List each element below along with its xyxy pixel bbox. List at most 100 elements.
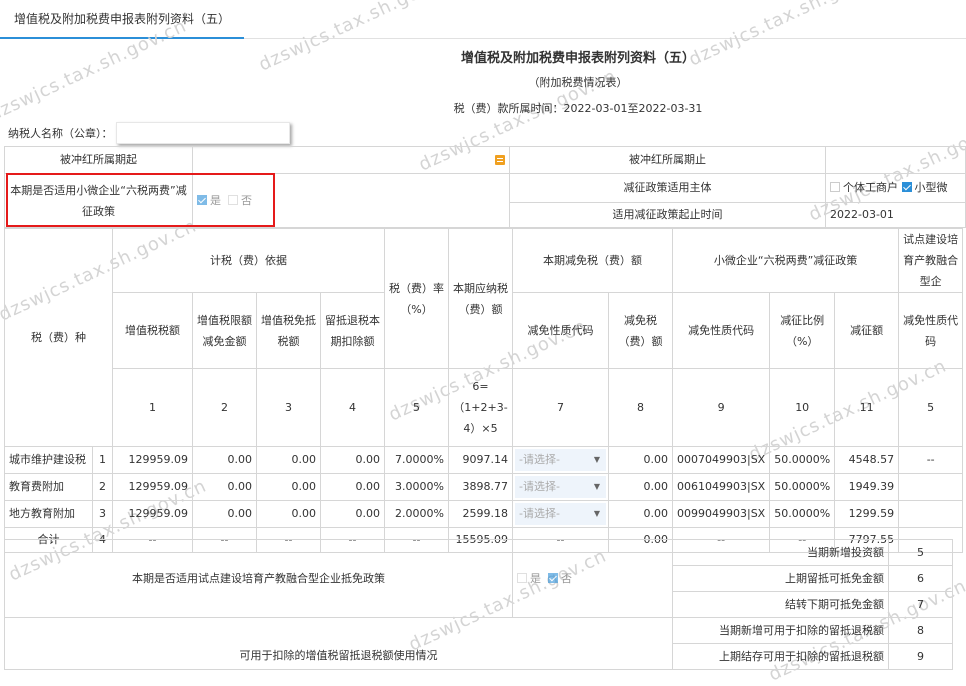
small-code[interactable]: 0061049903|SX xyxy=(671,473,771,501)
vat-exempt-amount[interactable]: 0.00 xyxy=(256,473,321,501)
pilot-policy-choice: 是 否 xyxy=(512,539,673,618)
vat-amount[interactable]: 129959.09 xyxy=(112,446,193,474)
payable-amount: 2599.18 xyxy=(448,500,513,528)
highlight-box xyxy=(6,173,275,227)
col-tax-type: 税（费）种 xyxy=(4,228,113,447)
col-num: 8 xyxy=(608,368,673,447)
h-pilot-code: 减免性质代码 xyxy=(898,292,964,369)
vat-limit-amount[interactable]: 0.00 xyxy=(192,473,257,501)
surtax-table: 税（费）种 计税（费）依据 税（费）率（%） 本期应纳税（费）额 本期减免税（费… xyxy=(4,228,964,553)
reduce-amount[interactable]: 0.00 xyxy=(608,473,673,501)
line-number: 8 xyxy=(888,617,953,644)
small-code[interactable]: 0099049903|SX xyxy=(671,500,771,528)
col-num: 3 xyxy=(256,368,321,447)
pilot-code xyxy=(898,500,964,528)
red-end-field[interactable] xyxy=(825,146,966,174)
h-small-amt: 减征额 xyxy=(834,292,900,369)
col-num-formula: 6=（1+2+3-4）×5 xyxy=(448,368,513,447)
small-amount: 4548.57 xyxy=(834,446,900,474)
reduce-code-value: -请选择- xyxy=(519,480,560,493)
table-row: 地方教育附加 3 129959.09 0.00 0.00 0.00 2.0000… xyxy=(4,500,964,528)
dropdown-arrow-icon[interactable]: ▼ xyxy=(594,503,600,525)
small-ratio: 50.0000% xyxy=(769,473,836,501)
tax-name: 城市维护建设税 xyxy=(4,446,93,474)
grp-reduce: 本期减免税（费）额 xyxy=(512,228,673,293)
dropdown-arrow-icon[interactable]: ▼ xyxy=(594,449,600,471)
col-num: 11 xyxy=(834,368,900,447)
subject-individual-label: 个体工商户 xyxy=(843,181,898,194)
vat-limit-amount[interactable]: 0.00 xyxy=(192,500,257,528)
line-label: 上期留抵可抵免金额 xyxy=(672,565,889,592)
h-reduce-code: 减免性质代码 xyxy=(512,292,609,369)
small-amount: 1949.39 xyxy=(834,473,900,501)
h-vat-exempt: 增值税免抵税额 xyxy=(256,292,321,369)
vat-amount[interactable]: 129959.09 xyxy=(112,473,193,501)
form-subtitle: （附加税费情况表） xyxy=(528,76,628,89)
policy-start-time[interactable]: 2022-03-01 xyxy=(825,202,966,228)
small-ratio: 50.0000% xyxy=(769,500,836,528)
tax-rate: 2.0000% xyxy=(384,500,449,528)
reduce-code-value: -请选择- xyxy=(519,453,560,466)
col-num: 5 xyxy=(384,368,449,447)
h-small-code: 减免性质代码 xyxy=(671,292,771,369)
subject-choice: 个体工商户 小型微 xyxy=(825,173,966,203)
h-small-ratio: 减征比例（%） xyxy=(769,292,836,369)
pilot-policy-label: 本期是否适用试点建设培育产教融合型企业抵免政策 xyxy=(4,539,513,618)
reduce-code-select[interactable]: -请选择- ▼ xyxy=(512,446,609,474)
h-vat: 增值税税额 xyxy=(112,292,193,369)
payable-amount: 9097.14 xyxy=(448,446,513,474)
reduce-code-select[interactable]: -请选择- ▼ xyxy=(512,500,609,528)
tab-bar: 增值税及附加税费申报表附列资料（五） xyxy=(0,0,966,39)
vat-exempt-amount[interactable]: 0.00 xyxy=(256,500,321,528)
subject-label: 减征政策适用主体 xyxy=(509,173,826,203)
grp-pilot: 试点建设培育产教融合型企 xyxy=(898,228,964,293)
refund-deduction[interactable]: 0.00 xyxy=(320,500,385,528)
col-num: 10 xyxy=(769,368,836,447)
h-refund: 留抵退税本期扣除额 xyxy=(320,292,385,369)
refund-usage-label: 可用于扣除的增值税留抵退税额使用情况 xyxy=(4,617,673,670)
tab-attachment-5[interactable]: 增值税及附加税费申报表附列资料（五） xyxy=(0,0,244,39)
refund-deduction[interactable]: 0.00 xyxy=(320,446,385,474)
reduce-amount[interactable]: 0.00 xyxy=(608,446,673,474)
red-end-label: 被冲红所属期止 xyxy=(509,146,826,174)
small-amount: 1299.59 xyxy=(834,500,900,528)
taxpayer-name-field[interactable] xyxy=(116,122,290,144)
line-label: 结转下期可抵免金额 xyxy=(672,591,889,618)
row-index: 2 xyxy=(92,473,113,501)
line-label: 当期新增投资额 xyxy=(672,539,889,566)
line-number: 7 xyxy=(888,591,953,618)
vat-exempt-amount[interactable]: 0.00 xyxy=(256,446,321,474)
col-num: 1 xyxy=(112,368,193,447)
line-label: 上期结存可用于扣除的留抵退税额 xyxy=(672,643,889,670)
h-vat-limit: 增值税限额减免金额 xyxy=(192,292,257,369)
policy-time-label: 适用减征政策起止时间 xyxy=(509,202,826,228)
red-start-field[interactable] xyxy=(192,146,510,174)
tax-name: 教育费附加 xyxy=(4,473,93,501)
reduce-code-select[interactable]: -请选择- ▼ xyxy=(512,473,609,501)
col-num: 2 xyxy=(192,368,257,447)
small-ratio: 50.0000% xyxy=(769,446,836,474)
vat-amount[interactable]: 129959.09 xyxy=(112,500,193,528)
refund-deduction[interactable]: 0.00 xyxy=(320,473,385,501)
pilot-policy-table: 本期是否适用试点建设培育产教融合型企业抵免政策 是 否 当期新增投资额 5 上期… xyxy=(4,539,953,670)
row-index: 3 xyxy=(92,500,113,528)
pilot-no-label: 否 xyxy=(561,571,572,585)
subject-individual-checkbox[interactable] xyxy=(830,182,840,192)
pilot-yes-label: 是 xyxy=(530,571,541,585)
pilot-no-checkbox[interactable] xyxy=(548,572,558,583)
col-num: 9 xyxy=(671,368,771,447)
vat-limit-amount[interactable]: 0.00 xyxy=(192,446,257,474)
grp-basis: 计税（费）依据 xyxy=(112,228,385,293)
line-number: 5 xyxy=(888,539,953,566)
calendar-icon[interactable] xyxy=(495,155,505,165)
dropdown-arrow-icon[interactable]: ▼ xyxy=(594,476,600,498)
small-code[interactable]: 0007049903|SX xyxy=(671,446,771,474)
reduce-amount[interactable]: 0.00 xyxy=(608,500,673,528)
reduce-code-value: -请选择- xyxy=(519,507,560,520)
pilot-code xyxy=(898,473,964,501)
pilot-yes-checkbox[interactable] xyxy=(517,572,527,583)
subject-small-checkbox[interactable] xyxy=(901,182,912,192)
pilot-code: -- xyxy=(898,446,964,474)
tax-period: 税（费）款所属时间：2022-03-01至2022-03-31 xyxy=(453,102,703,115)
tax-rate: 3.0000% xyxy=(384,473,449,501)
